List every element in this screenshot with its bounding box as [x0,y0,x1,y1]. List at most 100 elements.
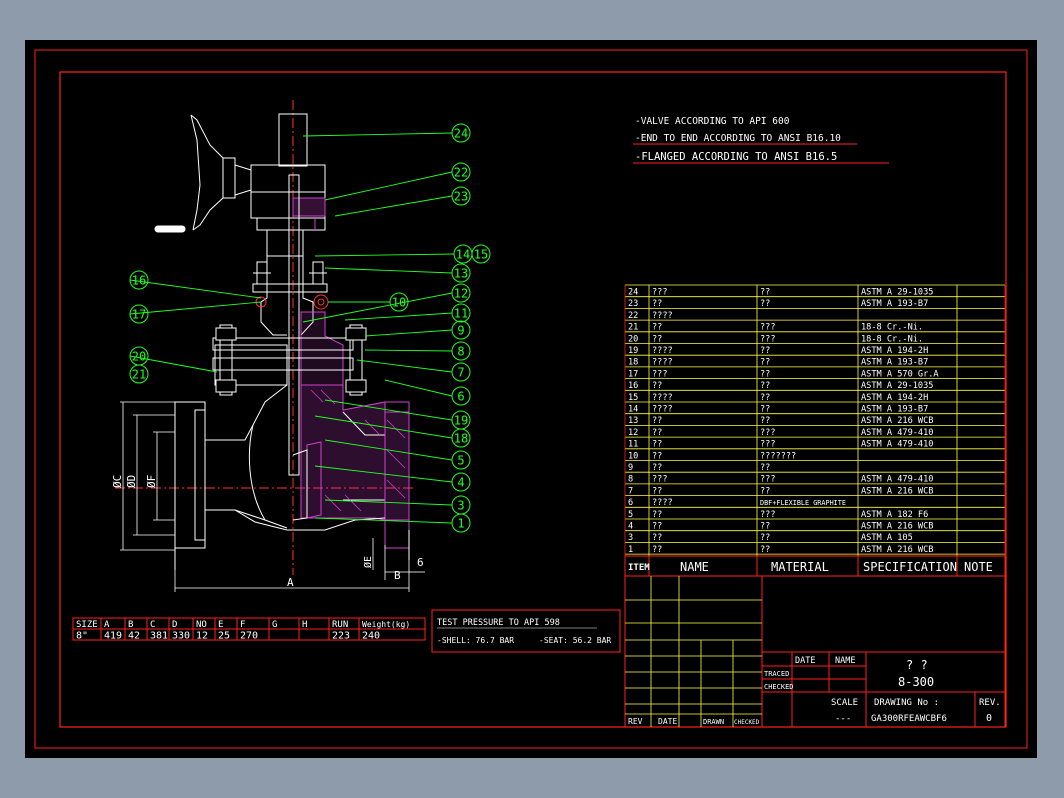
balloon-label: 3 [457,499,464,513]
balloon-label: 22 [454,166,468,180]
test-pressure-shell: -SHELL: 76.7 BAR [437,636,514,645]
bom-row: 3???? ASTM A 105 [625,530,1005,543]
bom-item: 3 [628,533,633,543]
bom-spec: ASTM A 479-410 [861,428,933,438]
size-value: 419 [104,631,122,642]
bom-row: 20????? 18-8 Cr.-Ni. [625,331,1005,344]
test-pressure-box: TEST PRESSURE TO API 598 -SHELL: 76.7 BA… [431,609,621,653]
size-value: 25 [218,631,230,642]
bom-item: 23 [628,299,638,309]
bom-item: 18 [628,358,638,368]
dim-E: ØE [362,556,374,568]
bom-item: 7 [628,486,633,496]
tb-scale-value: --- [835,714,851,724]
bom-name: ?? [652,381,662,391]
bom-name: ?? [652,533,662,543]
bom-item: 5 [628,510,633,520]
balloon-24: 24 [302,123,471,143]
bom-header-item: ITEM [628,563,650,573]
bom-row: 6???? DBF+FLEXIBLE GRAPHITE [625,495,1005,508]
bom-material: ?? [760,299,770,309]
bom-spec: ASTM A 105 [861,533,913,543]
bom-item: 11 [628,440,638,450]
size-header: D [172,620,177,630]
size-header: RUN [332,620,348,630]
bom-item: 19 [628,346,638,356]
bom-name: ?? [652,463,662,473]
bom-item: 1 [628,545,633,555]
bom-spec: ASTM A 193-B7 [861,358,928,368]
bom-material: ?? [760,381,770,391]
bom-item: 21 [628,323,638,333]
bom-material: ??? [760,323,776,333]
balloon-label: 13 [454,267,468,281]
tb-drawn-col: DRAWN [703,718,724,726]
bom-row: 16???? ASTM A 29-1035 [625,378,1005,391]
size-value: 240 [362,631,380,642]
bom-item: 14 [628,405,638,415]
valve-drawing: A B 6 ØC ØD ØF ØE 24222314 15131216171011… [34,49,1028,749]
bom-item: 10 [628,451,638,461]
tb-rev-col: REV [628,717,643,726]
bom-row: 23???? ASTM A 193-B7 [625,296,1005,309]
tb-drawing-no-label: DRAWING No : [874,698,939,708]
bom-name: ?? [652,451,662,461]
balloon-22: 22 [324,162,471,201]
test-pressure-title: TEST PRESSURE TO API 598 [437,618,560,628]
bom-spec: 18-8 Cr.-Ni. [861,323,923,333]
bom-row: 14?????? ASTM A 193-B7 [625,401,1005,415]
balloon-label: 10 [392,296,406,310]
balloon-label: 5 [457,454,464,468]
bom-spec: ASTM A 216 WCB [861,416,933,426]
bom-spec: ASTM A 479-410 [861,475,933,485]
balloon-8: 8 [364,341,471,361]
bom-row: 22???? [625,307,1005,321]
balloon-13: 13 [324,263,471,283]
balloon-label: 4 [457,476,464,490]
dim-D: ØD [125,475,138,488]
tb-date-col: DATE [658,717,677,726]
bom-spec: ASTM A 193-B7 [861,299,928,309]
size-header: A [104,620,110,630]
balloon-16: 16 [129,270,262,299]
bom-spec: ASTM A 216 WCB [861,522,933,532]
bom-row: 1???? ASTM A 216 WCB [625,541,1005,555]
balloon-label: 23 [454,190,468,204]
balloon-15: 15 [471,244,491,264]
bom-material: ?? [760,486,770,496]
balloon-label: 17 [132,308,146,322]
bom-name: ?? [652,522,662,532]
size-value: 12 [196,631,208,642]
bom-name: ???? [652,346,673,356]
bom-name: ??? [652,475,668,485]
bom-material: ??? [760,440,776,450]
balloon-label: 12 [454,287,468,301]
bom-item: 24 [628,288,638,298]
size-value: 8" [76,631,88,642]
balloon-21: 21 [129,364,149,384]
balloon-6: 6 [384,379,471,406]
balloon-label: 8 [457,345,464,359]
size-table: SIZE8" A419 B42 C381 D330 NO12 E25 F270 G H RUN223… [72,617,426,642]
size-header: Weight(kg) [362,620,410,629]
bom-name: ?? [652,486,662,496]
bom-spec: 18-8 Cr.-Ni. [861,334,923,344]
bom-row: 10????????? [625,448,1005,461]
tb-rev-value: 0 [986,713,992,724]
balloon-label: 9 [457,324,464,338]
bom-spec: ASTM A 216 WCB [861,486,933,496]
cad-viewport[interactable]: A B 6 ØC ØD ØF ØE 24 22 23 14 15 13 12 16 17 10 11… [25,40,1037,758]
bom-item: 17 [628,369,638,379]
balloon-label: 1 [457,517,464,531]
bom-name: ?? [652,334,662,344]
bom-item: 16 [628,381,638,391]
bom-material: ??? [760,334,776,344]
bom-material: ?? [760,346,770,356]
dim-B: B [394,569,401,582]
balloon-label: 18 [454,432,468,446]
bom-name: ???? [652,405,673,415]
bom-row: 4???? ASTM A 216 WCB [625,518,1005,532]
bom-material: ??? [760,428,776,438]
balloon-label: 11 [454,307,468,321]
bom-row: 24????? ASTM A 29-1035 [625,284,1005,298]
